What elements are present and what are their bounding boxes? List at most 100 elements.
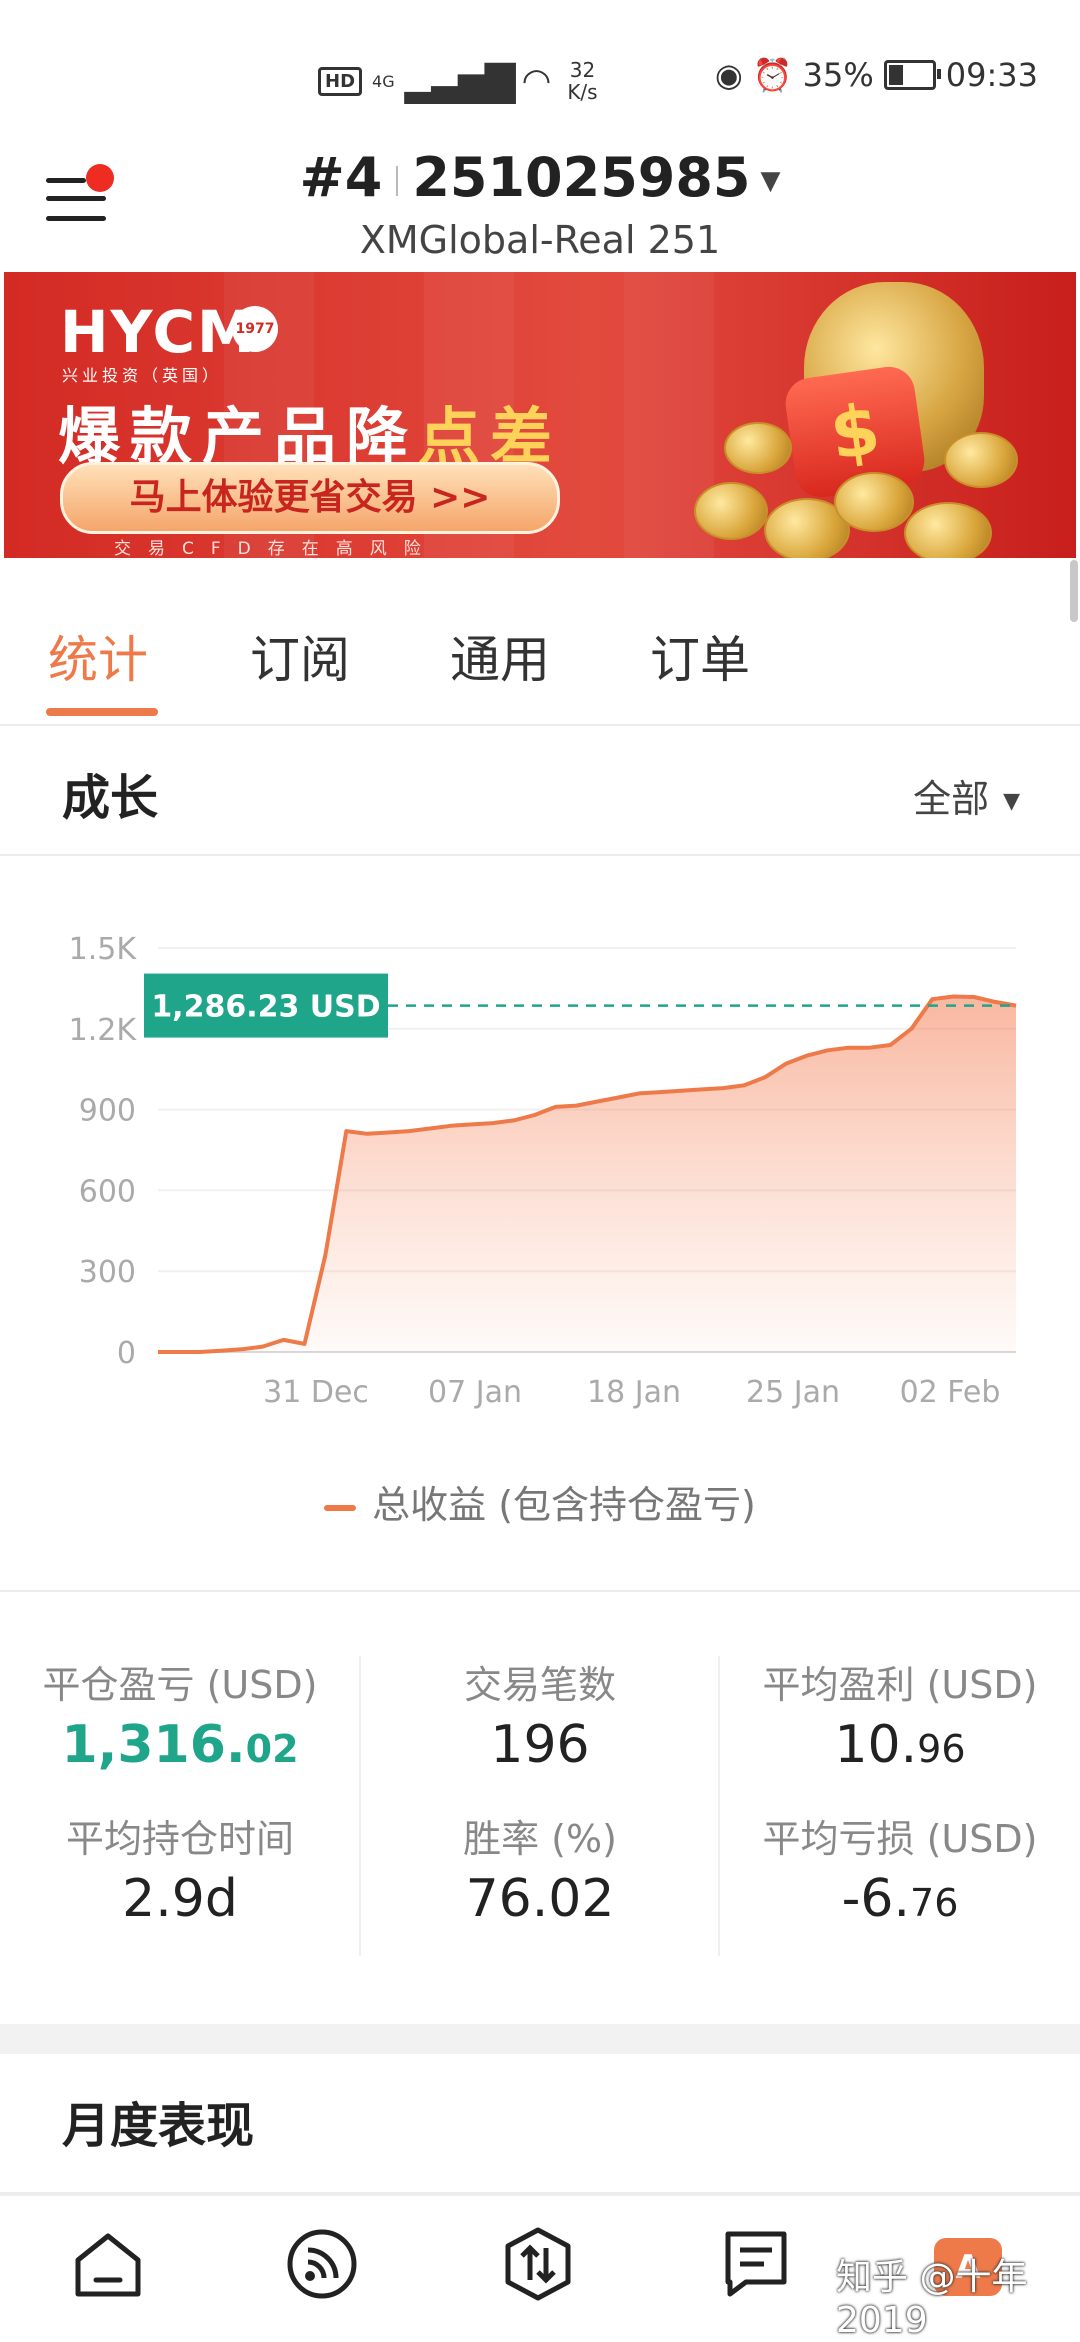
speed-unit: K/s bbox=[567, 80, 598, 104]
app-header: #4 251025985 ▼ XMGlobal-Real 251 bbox=[0, 130, 1080, 272]
stat-value: 10.96 bbox=[720, 1715, 1080, 1775]
y-tick-label: 1.2K bbox=[69, 1013, 138, 1048]
brand-seal: 1977 bbox=[232, 306, 278, 352]
stat-value-decimals: 76 bbox=[910, 1881, 959, 1925]
status-left: HD 4G ▂▃▅▇ ◠ 32 K/s bbox=[318, 58, 598, 104]
network-type: 4G bbox=[372, 71, 395, 91]
y-tick-label: 1.5K bbox=[69, 932, 138, 967]
promo-banner[interactable]: HYCM 1977 兴业投资（英国） 爆款产品降点差 马上体验更省交易 >> 交… bbox=[4, 272, 1076, 558]
coin-image bbox=[724, 422, 792, 474]
stat-label: 平仓盈亏 (USD) bbox=[42, 1663, 318, 1707]
signal-feed-icon[interactable] bbox=[282, 2224, 362, 2304]
banner-cta-button[interactable]: 马上体验更省交易 >> bbox=[60, 462, 560, 534]
bottom-nav: A 知乎 @十年2019 bbox=[0, 2194, 1080, 2342]
home-icon[interactable] bbox=[68, 2224, 148, 2304]
stat-value-main: 196 bbox=[490, 1715, 590, 1775]
stat-value-main: 2.9d bbox=[122, 1869, 238, 1929]
stat-value-decimals: 96 bbox=[917, 1727, 966, 1771]
stat-trade-count: 交易笔数 196 bbox=[360, 1654, 720, 1775]
chart-legend: 总收益 (包含持仓盈亏) bbox=[0, 1474, 1080, 1529]
caret-down-icon: ▼ bbox=[1003, 789, 1020, 814]
battery-percent: 35% bbox=[802, 56, 874, 94]
active-tab-indicator bbox=[46, 708, 158, 716]
section-title: 成长 bbox=[62, 770, 159, 826]
coin-image bbox=[694, 482, 768, 540]
y-tick-label: 900 bbox=[79, 1094, 136, 1129]
legend-label: 总收益 (包含持仓盈亏) bbox=[372, 1483, 756, 1527]
stat-label: 胜率 (%) bbox=[463, 1817, 617, 1861]
stat-value: 196 bbox=[360, 1715, 720, 1775]
battery-icon bbox=[883, 60, 941, 90]
watermark: 知乎 @十年2019 bbox=[836, 2257, 1028, 2341]
stat-value-main: 76.02 bbox=[465, 1869, 615, 1929]
speed-value: 32 bbox=[569, 58, 596, 82]
legend-swatch bbox=[324, 1504, 357, 1511]
x-tick-label: 02 Feb bbox=[900, 1375, 1001, 1410]
alarm-icon: ⏰ bbox=[752, 56, 793, 94]
coin-image bbox=[834, 472, 914, 532]
eye-icon: ◉ bbox=[714, 56, 743, 94]
stat-label: 交易笔数 bbox=[463, 1663, 616, 1707]
brand-logo: HYCM bbox=[60, 298, 257, 366]
y-tick-label: 0 bbox=[117, 1336, 136, 1371]
section-title: 月度表现 bbox=[62, 2098, 255, 2154]
divider bbox=[396, 166, 399, 197]
wifi-icon: ◠ bbox=[521, 61, 552, 101]
series-area bbox=[158, 996, 1016, 1352]
range-dropdown[interactable]: 全部 ▼ bbox=[913, 768, 1020, 823]
stat-win-rate: 胜率 (%) 76.02 bbox=[360, 1808, 720, 1929]
status-right: ◉ ⏰ 35% 09:33 bbox=[715, 56, 1038, 94]
stat-value-main: 10. bbox=[834, 1715, 918, 1775]
growth-chart: 0 300 600 900 1.2K 1.5K 31 Dec 07 Jan 18 Jan 25 J… bbox=[0, 856, 1080, 1586]
stat-label: 平均盈利 (USD) bbox=[762, 1663, 1038, 1707]
range-value: 全部 bbox=[913, 777, 990, 821]
x-tick-label: 31 Dec bbox=[263, 1375, 369, 1410]
stat-value-main: 1,316. bbox=[61, 1715, 246, 1775]
status-bar: HD 4G ▂▃▅▇ ◠ 32 K/s ◉ ⏰ 35% 09:33 bbox=[0, 0, 1080, 130]
tab-bar: 统计 订阅 通用 订单 bbox=[0, 560, 1080, 726]
x-tick-label: 25 Jan bbox=[746, 1375, 840, 1410]
risk-disclaimer: 交易CFD存在高风险 bbox=[114, 539, 438, 558]
news-icon[interactable] bbox=[716, 2224, 796, 2304]
account-number: 251025985 bbox=[412, 146, 751, 209]
tab-subscribe[interactable]: 订阅 bbox=[250, 620, 350, 692]
caret-down-icon: ▼ bbox=[760, 166, 781, 197]
tab-stats[interactable]: 统计 bbox=[48, 620, 148, 692]
coin-image bbox=[904, 502, 992, 558]
hd-indicator: HD bbox=[318, 66, 363, 96]
stat-value: 76.02 bbox=[360, 1869, 720, 1929]
account-server: XMGlobal-Real 251 bbox=[359, 218, 721, 262]
section-gap bbox=[0, 2024, 1080, 2054]
x-tick-label: 07 Jan bbox=[428, 1375, 522, 1410]
trade-icon[interactable] bbox=[498, 2224, 578, 2304]
account-index: #4 bbox=[299, 146, 383, 209]
account-switcher[interactable]: #4 251025985 ▼ bbox=[0, 146, 1080, 209]
network-speed: 32 K/s bbox=[567, 59, 597, 103]
coin-image bbox=[944, 432, 1018, 488]
stat-value: 2.9d bbox=[0, 1869, 360, 1929]
y-tick-label: 300 bbox=[79, 1255, 136, 1290]
stat-value: -6.76 bbox=[720, 1869, 1080, 1929]
current-value-label: 1,286.23 USD bbox=[151, 990, 380, 1025]
stat-label: 平均亏损 (USD) bbox=[762, 1817, 1038, 1861]
stat-closed-pnl: 平仓盈亏 (USD) 1,316.02 bbox=[0, 1654, 360, 1775]
stat-label: 平均持仓时间 bbox=[65, 1817, 294, 1861]
clock: 09:33 bbox=[945, 56, 1038, 94]
stat-avg-loss: 平均亏损 (USD) -6.76 bbox=[720, 1808, 1080, 1929]
growth-header: 成长 全部 ▼ bbox=[0, 726, 1080, 856]
tab-orders[interactable]: 订单 bbox=[650, 620, 750, 692]
x-tick-label: 18 Jan bbox=[587, 1375, 681, 1410]
stats-panel: 平仓盈亏 (USD) 1,316.02 交易笔数 196 平均盈利 (USD) … bbox=[0, 1590, 1080, 2022]
monthly-header: 月度表现 bbox=[0, 2054, 1080, 2194]
stat-avg-hold-time: 平均持仓时间 2.9d bbox=[0, 1808, 360, 1929]
brand-subtitle: 兴业投资（英国） bbox=[62, 366, 223, 385]
stat-value: 1,316.02 bbox=[0, 1715, 360, 1775]
signal-icon: ▂▃▅▇ bbox=[404, 58, 516, 104]
stat-value-main: -6. bbox=[841, 1869, 911, 1929]
battery-fill bbox=[888, 65, 904, 85]
y-tick-label: 600 bbox=[79, 1174, 136, 1209]
growth-chart-svg: 0 300 600 900 1.2K 1.5K 31 Dec 07 Jan 18 Jan 25 J… bbox=[69, 932, 1017, 1410]
stat-value-decimals: 02 bbox=[245, 1727, 299, 1771]
tab-general[interactable]: 通用 bbox=[450, 620, 550, 692]
stat-avg-profit: 平均盈利 (USD) 10.96 bbox=[720, 1654, 1080, 1775]
